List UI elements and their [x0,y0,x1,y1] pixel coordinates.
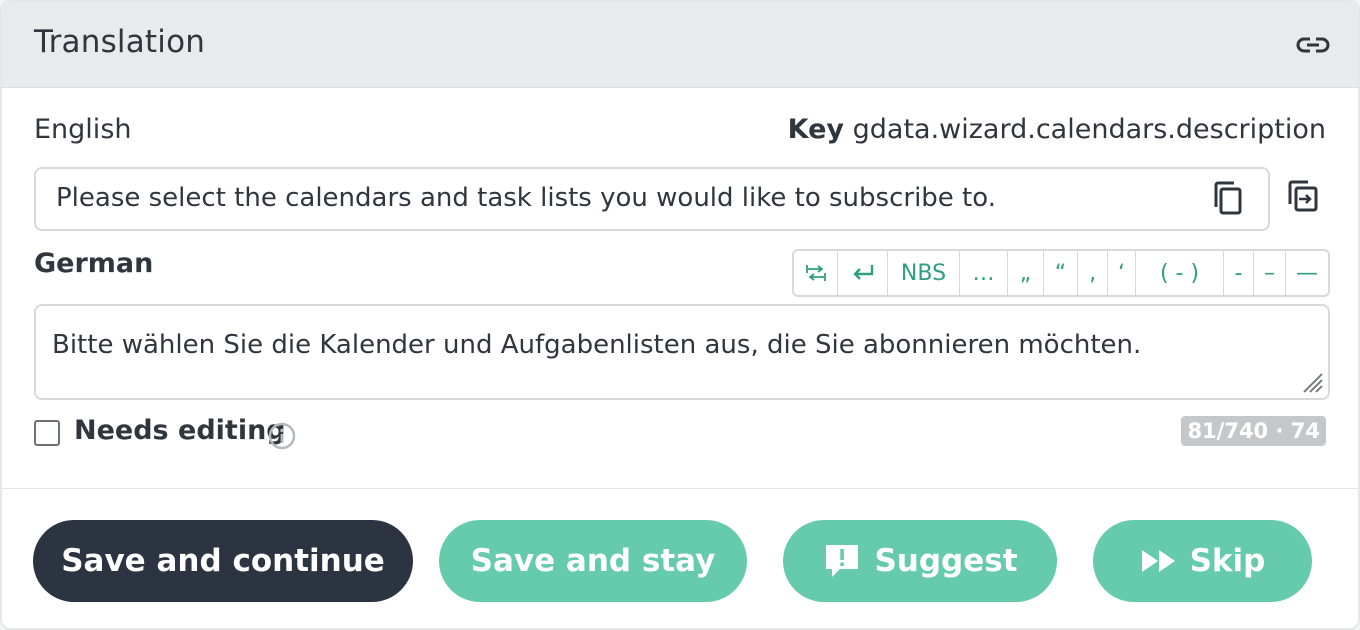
special-characters-toolbar: NBS … „ “ ‚ ‘ ( - ) - – — [792,249,1330,297]
translation-panel: Translation English Key gdata.wizard.cal… [0,0,1360,630]
fast-forward-icon [1141,550,1175,572]
skip-label: Skip [1189,543,1266,579]
divider [2,488,1358,489]
save-and-stay-label: Save and stay [470,543,716,579]
insert-ellipsis-button[interactable]: … [960,251,1008,295]
insert-tab-button[interactable] [794,251,838,295]
key-caption: Key [787,114,845,145]
translation-textarea[interactable]: Bitte wählen Sie die Kalender und Aufgab… [34,304,1330,400]
clone-to-target-icon[interactable] [1284,178,1322,218]
save-and-continue-label: Save and continue [61,543,385,579]
needs-editing-checkbox[interactable] [34,420,60,446]
key-value: gdata.wizard.calendars.description [852,114,1326,145]
translation-text: Bitte wählen Sie die Kalender und Aufgab… [52,330,1142,360]
save-and-continue-button[interactable]: Save and continue [33,520,413,602]
source-text: Please select the calendars and task lis… [56,183,996,213]
source-language-label: English [34,114,132,145]
target-language-label: German [34,248,154,279]
skip-button[interactable]: Skip [1093,520,1312,602]
copy-icon[interactable] [1210,179,1246,219]
insert-high-quote-button[interactable]: “ [1044,251,1078,295]
suggest-button[interactable]: Suggest [783,520,1057,602]
insert-nbsp-button[interactable]: NBS [888,251,960,295]
save-and-stay-button[interactable]: Save and stay [439,520,747,602]
resize-grip-icon[interactable] [1298,368,1324,394]
insert-hyphen-button[interactable]: - [1224,251,1254,295]
panel-title: Translation [34,24,206,60]
tab-icon [805,265,826,281]
character-counter-badge: 81/740 · 74 [1181,416,1326,446]
return-icon [852,265,873,280]
key-label: Key gdata.wizard.calendars.description [788,114,1326,145]
insert-parentheses-button[interactable]: ( - ) [1136,251,1224,295]
insert-em-dash-button[interactable]: — [1286,251,1328,295]
insert-high-single-quote-button[interactable]: ‘ [1108,251,1136,295]
suggest-label: Suggest [874,543,1018,579]
insert-newline-button[interactable] [838,251,888,295]
needs-editing-label[interactable]: Needs editing [74,415,286,446]
link-icon[interactable] [1296,30,1330,60]
insert-low-single-quote-button[interactable]: ‚ [1078,251,1108,295]
suggest-comment-icon [826,545,859,577]
panel-header: Translation [2,2,1358,88]
source-text-box: Please select the calendars and task lis… [34,167,1270,231]
insert-en-dash-button[interactable]: – [1254,251,1286,295]
info-icon[interactable] [268,422,296,450]
insert-low-quote-button[interactable]: „ [1008,251,1044,295]
